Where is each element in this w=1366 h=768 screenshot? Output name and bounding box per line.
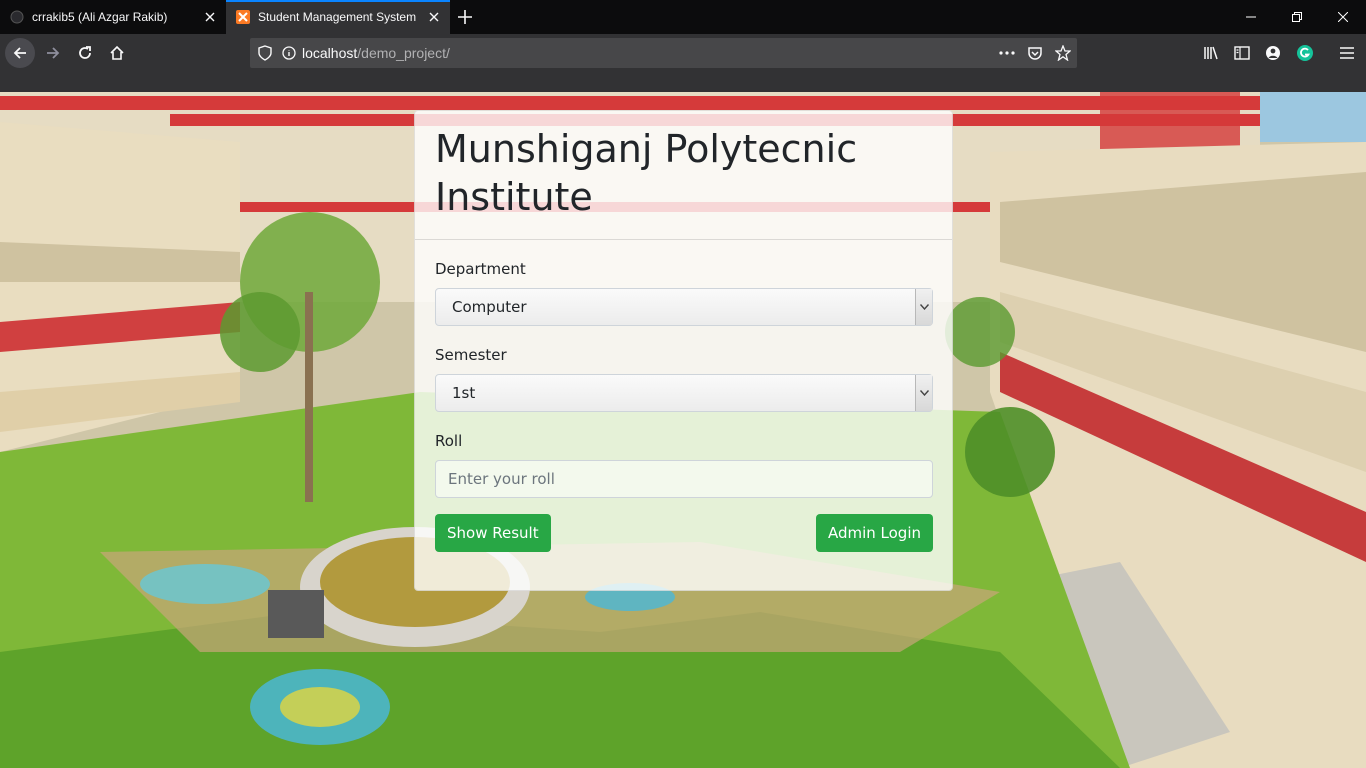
info-icon[interactable] (282, 46, 296, 60)
chevron-down-icon[interactable] (915, 375, 932, 411)
chevron-down-icon[interactable] (915, 289, 932, 325)
card-header: Munshiganj Polytecnic Institute (415, 111, 952, 240)
window-controls (1228, 0, 1366, 34)
roll-label: Roll (435, 432, 463, 450)
semester-label: Semester (435, 346, 507, 364)
page-content: Munshiganj Polytecnic Institute Departme… (0, 92, 1366, 768)
home-button[interactable] (102, 38, 132, 68)
close-window-button[interactable] (1320, 0, 1366, 34)
tab-title: crrakib5 (Ali Azgar Rakib) (32, 10, 168, 24)
tab-title: Student Management System (258, 10, 417, 24)
url-bar[interactable]: localhost/demo_project/ (250, 38, 1077, 68)
close-icon[interactable] (198, 5, 222, 29)
login-card: Munshiganj Polytecnic Institute Departme… (414, 110, 953, 591)
back-button[interactable] (5, 38, 35, 68)
department-select[interactable]: Computer (435, 288, 933, 326)
sidebar-icon[interactable] (1227, 38, 1257, 68)
card-body: Department Computer Semester 1st Roll Sh… (415, 240, 952, 552)
navigation-toolbar: localhost/demo_project/ (0, 34, 1366, 92)
page-title: Munshiganj Polytecnic Institute (435, 127, 858, 219)
url-path: /demo_project/ (357, 45, 450, 61)
roll-input[interactable] (435, 460, 933, 498)
menu-icon[interactable] (1332, 38, 1362, 68)
show-result-button[interactable]: Show Result (435, 514, 551, 552)
tab-github[interactable]: crrakib5 (Ali Azgar Rakib) (0, 0, 226, 34)
close-icon[interactable] (422, 5, 446, 29)
grammarly-icon[interactable] (1290, 38, 1320, 68)
department-label: Department (435, 260, 526, 278)
pocket-icon[interactable] (1027, 45, 1043, 61)
admin-login-button[interactable]: Admin Login (815, 514, 933, 552)
reload-button[interactable] (70, 38, 100, 68)
url-text[interactable]: localhost/demo_project/ (302, 45, 450, 61)
button-row: Show Result Admin Login (435, 514, 933, 552)
library-icon[interactable] (1196, 38, 1226, 68)
account-icon[interactable] (1258, 38, 1288, 68)
new-tab-button[interactable] (450, 0, 480, 34)
github-icon (10, 10, 24, 24)
forward-button[interactable] (38, 38, 68, 68)
page-actions-icon[interactable] (999, 51, 1015, 55)
shield-icon[interactable] (258, 45, 272, 61)
url-host: localhost (302, 45, 358, 61)
semester-select[interactable]: 1st (435, 374, 933, 412)
bookmark-star-icon[interactable] (1055, 45, 1071, 61)
department-selected-value: Computer (452, 298, 527, 316)
restore-button[interactable] (1274, 0, 1320, 34)
xampp-icon (236, 10, 250, 24)
minimize-button[interactable] (1228, 0, 1274, 34)
tab-student-management[interactable]: Student Management System (226, 0, 450, 34)
tab-strip: crrakib5 (Ali Azgar Rakib) Student Manag… (0, 0, 1366, 34)
semester-selected-value: 1st (452, 384, 476, 402)
